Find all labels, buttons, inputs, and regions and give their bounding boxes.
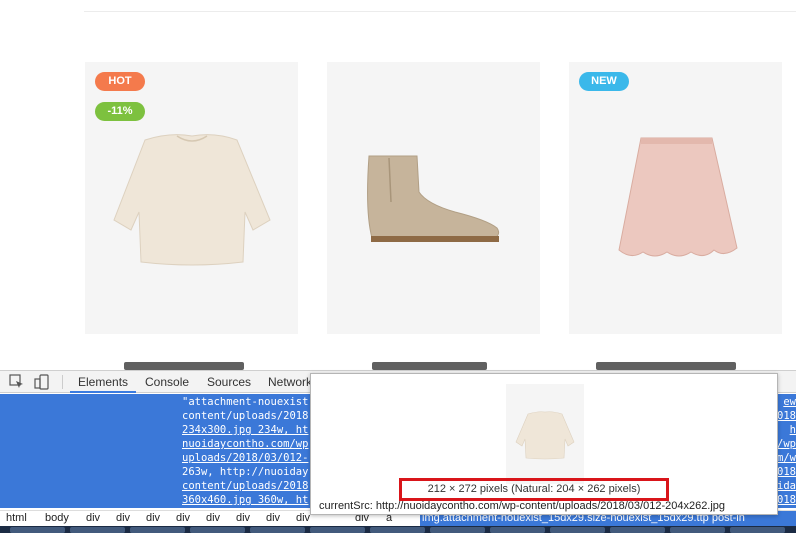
browser-viewport: HOT -11% NEW Elements Console Sources Ne… <box>0 0 796 533</box>
taskbar-button[interactable] <box>130 527 185 533</box>
breadcrumb-item[interactable]: div <box>296 512 310 525</box>
taskbar-button[interactable] <box>10 527 65 533</box>
breadcrumb-item[interactable]: div <box>266 512 280 525</box>
product-title-cut[interactable] <box>596 362 736 370</box>
taskbar-button[interactable] <box>310 527 365 533</box>
taskbar-button[interactable] <box>370 527 425 533</box>
breadcrumb-item[interactable]: div <box>146 512 160 525</box>
code-line[interactable]: nuoidaycontho.com/wp <box>182 437 308 452</box>
taskbar-button[interactable] <box>550 527 605 533</box>
breadcrumb-item[interactable]: div <box>86 512 100 525</box>
code-line[interactable]: 234x300.jpg 234w, ht <box>182 423 308 438</box>
taskbar-button[interactable] <box>670 527 725 533</box>
taskbar-button[interactable] <box>190 527 245 533</box>
taskbar-button[interactable] <box>70 527 125 533</box>
code-line[interactable]: uploads/2018/03/012- <box>182 451 308 466</box>
new-badge: NEW <box>579 72 629 91</box>
code-line[interactable]: 360x460.jpg 360w, ht <box>182 493 308 508</box>
taskbar-button[interactable] <box>730 527 785 533</box>
code-line[interactable]: 263w, http://nuoiday <box>182 465 308 480</box>
toolbar-separator <box>62 375 63 389</box>
device-toolbar-icon[interactable] <box>34 374 50 390</box>
taskbar-button[interactable] <box>250 527 305 533</box>
taskbar-button[interactable] <box>430 527 485 533</box>
hot-badge: HOT <box>95 72 145 91</box>
product-card-skirt[interactable]: NEW <box>569 62 782 334</box>
product-card-sweater[interactable]: HOT -11% <box>85 62 298 334</box>
inspect-element-icon[interactable] <box>9 374 25 390</box>
code-line-end[interactable]: ew <box>783 395 796 410</box>
discount-badge: -11% <box>95 102 145 121</box>
breadcrumb-item[interactable]: div <box>206 512 220 525</box>
code-line-end[interactable]: h <box>790 423 796 438</box>
product-title-cut[interactable] <box>124 362 244 370</box>
breadcrumb-item[interactable]: div <box>236 512 250 525</box>
top-divider <box>84 11 796 12</box>
tab-sources[interactable]: Sources <box>199 371 259 393</box>
taskbar-button[interactable] <box>610 527 665 533</box>
breadcrumb-item[interactable]: html <box>6 512 27 525</box>
preview-thumbnail <box>506 384 584 484</box>
website-content: HOT -11% NEW <box>0 0 796 370</box>
tab-elements[interactable]: Elements <box>70 371 137 393</box>
image-preview-tooltip: 212 × 272 pixels (Natural: 204 × 262 pix… <box>310 373 778 515</box>
breadcrumb-item[interactable]: div <box>116 512 130 525</box>
breadcrumb-item[interactable]: body <box>45 512 69 525</box>
image-dimensions-highlight: 212 × 272 pixels (Natural: 204 × 262 pix… <box>399 478 669 501</box>
tab-console[interactable]: Console <box>137 371 197 393</box>
current-src: currentSrc: http://nuoidaycontho.com/wp-… <box>319 500 726 512</box>
product-card-boot[interactable] <box>327 62 540 334</box>
breadcrumb-item[interactable]: div <box>176 512 190 525</box>
code-line[interactable]: content/uploads/2018 <box>182 479 308 494</box>
code-line-end[interactable]: 018 <box>777 465 796 480</box>
product-title-cut[interactable] <box>372 362 487 370</box>
code-line[interactable]: "attachment-nouexist <box>182 395 308 410</box>
taskbar-button[interactable] <box>490 527 545 533</box>
boot-image[interactable] <box>327 62 540 334</box>
code-line[interactable]: content/uploads/2018 <box>182 409 308 424</box>
skirt-image[interactable] <box>569 62 782 334</box>
image-dimensions: 212 × 272 pixels (Natural: 204 × 262 pix… <box>427 483 641 495</box>
